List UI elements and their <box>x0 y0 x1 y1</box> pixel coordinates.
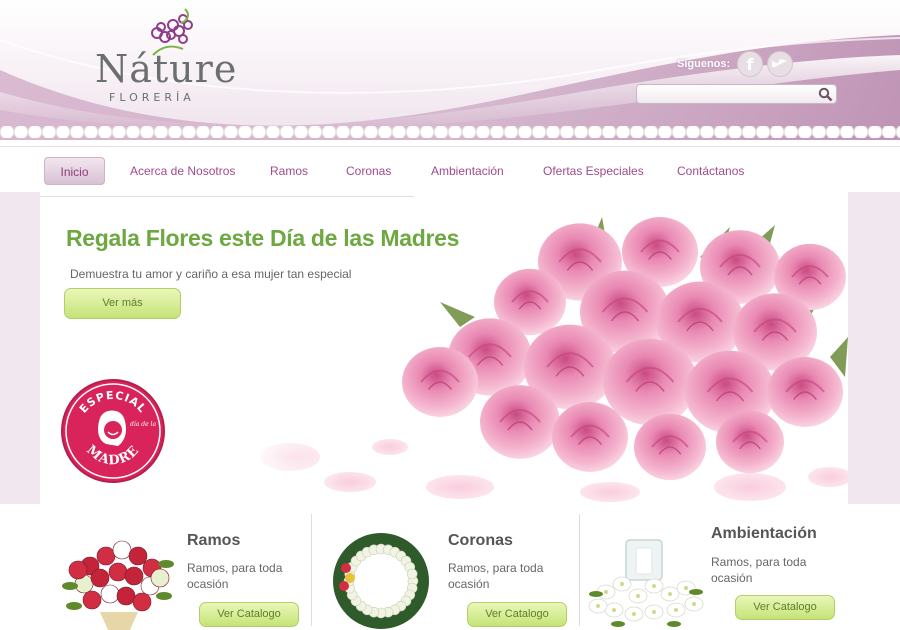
side-panel-left <box>0 192 40 504</box>
mother-silhouette-icon <box>98 410 126 446</box>
hero-title: Regala Flores este Día de las Madres <box>66 225 460 251</box>
nav-item-inicio[interactable]: Inicio <box>44 157 105 185</box>
product-strip: Ramos Ramos, para toda ocasión Ver Catal… <box>0 504 900 630</box>
main-nav: Inicio Acerca de Nosotros Ramos Coronas … <box>0 146 900 192</box>
scallop-border <box>0 126 900 138</box>
nav-item-coronas[interactable]: Coronas <box>346 157 391 185</box>
nav-item-ambientacion[interactable]: Ambientación <box>431 157 504 185</box>
product-divider <box>579 514 580 626</box>
product-title-ramos[interactable]: Ramos <box>187 532 240 550</box>
nav-item-ramos[interactable]: Ramos <box>270 157 308 185</box>
nav-item-acerca[interactable]: Acerca de Nosotros <box>130 157 235 185</box>
nav-item-contactanos[interactable]: Contáctanos <box>677 157 744 185</box>
bouquet-image[interactable] <box>60 526 178 630</box>
ver-catalogo-button-ramos[interactable]: Ver Catalogo <box>199 602 299 627</box>
product-divider <box>311 514 312 626</box>
product-desc-coronas: Ramos, para toda ocasión <box>448 561 544 591</box>
product-title-ambientacion[interactable]: Ambientación <box>711 525 817 543</box>
hero-banner: Regala Flores este Día de las Madres Dem… <box>40 197 848 504</box>
brand-subtitle: FLORERÍA <box>109 91 195 104</box>
badge-small-text: día de la <box>130 421 156 428</box>
hero-subtitle: Demuestra tu amor y cariño a esa mujer t… <box>70 267 352 281</box>
product-desc-ambientacion: Ramos, para toda ocasión <box>711 555 807 585</box>
search-input[interactable] <box>643 87 813 102</box>
mothers-day-badge: ESPECIAL MADRE día de la <box>61 379 165 483</box>
search-box[interactable] <box>636 84 837 104</box>
brand-name: Náture <box>95 47 238 91</box>
ver-catalogo-button-coronas[interactable]: Ver Catalogo <box>467 602 567 627</box>
product-desc-ramos: Ramos, para toda ocasión <box>187 561 283 591</box>
ver-mas-button[interactable]: Ver más <box>64 288 181 319</box>
side-panel-right <box>848 192 900 504</box>
search-icon[interactable] <box>818 87 833 102</box>
ver-catalogo-button-ambientacion[interactable]: Ver Catalogo <box>735 595 835 620</box>
twitter-icon[interactable] <box>767 51 793 77</box>
nav-item-ofertas[interactable]: Ofertas Especiales <box>543 157 644 185</box>
site-header: Náture FLORERÍA Siguenos: f <box>0 0 900 140</box>
product-title-coronas[interactable]: Coronas <box>448 532 513 550</box>
social-label: Siguenos: <box>677 58 731 70</box>
wreath-image[interactable] <box>330 532 432 630</box>
facebook-icon[interactable]: f <box>737 51 763 77</box>
site-logo[interactable]: Náture FLORERÍA <box>95 5 245 105</box>
arrangement-image[interactable] <box>588 534 704 630</box>
